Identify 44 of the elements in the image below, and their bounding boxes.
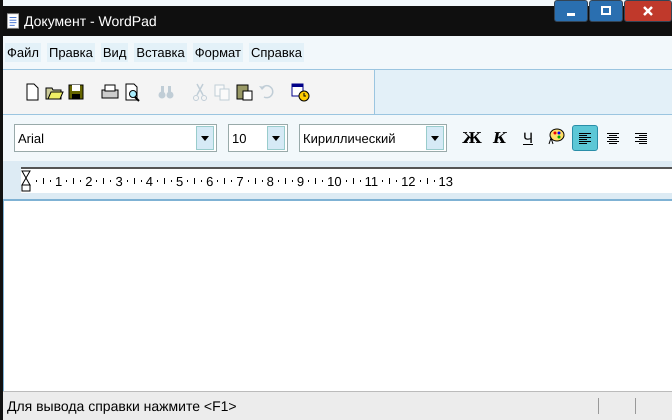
ruler-number: 13 xyxy=(438,174,454,188)
font-dropdown[interactable]: Arial xyxy=(14,124,217,152)
bold-button[interactable]: Ж xyxy=(458,125,486,151)
align-right-icon xyxy=(634,131,648,145)
close-icon xyxy=(642,5,654,17)
ruler-number: 2 xyxy=(84,174,94,188)
ruler-number: 8 xyxy=(266,174,275,188)
maximize-icon xyxy=(600,5,612,17)
size-dropdown[interactable]: 10 xyxy=(228,124,288,152)
italic-button[interactable]: К xyxy=(486,125,514,151)
ruler-number: 6 xyxy=(205,174,214,188)
ruler-number: 5 xyxy=(174,174,184,188)
ruler-number: 11 xyxy=(364,174,380,188)
ruler-number: 4 xyxy=(144,174,154,188)
script-dropdown[interactable]: Кириллический xyxy=(299,124,447,152)
datetime-button[interactable] xyxy=(289,81,311,103)
menu-item[interactable]: Справка xyxy=(248,43,304,62)
ruler-number: 12 xyxy=(400,174,417,188)
maximize-button[interactable] xyxy=(589,0,623,22)
window-title: Документ - WordPad xyxy=(24,13,157,29)
align-left-button[interactable] xyxy=(572,125,598,151)
ruler-number: 10 xyxy=(326,174,343,188)
menu-item[interactable]: Правка xyxy=(46,43,95,62)
caret-icon xyxy=(201,136,209,140)
menu-item[interactable]: Вид xyxy=(100,43,128,62)
ruler-number: 7 xyxy=(235,174,245,188)
caret-icon xyxy=(431,136,439,140)
close-button[interactable] xyxy=(624,0,672,22)
ruler-number: 3 xyxy=(114,174,124,188)
palette-icon xyxy=(547,127,565,145)
ruler-number: 1 xyxy=(54,174,64,188)
underline-button[interactable]: Ч xyxy=(514,125,542,151)
document-icon xyxy=(7,13,19,29)
ruler-number: 9 xyxy=(296,174,306,188)
status-text: Для вывода справки нажмите <F1> xyxy=(7,398,238,414)
minimize-icon xyxy=(567,12,575,16)
caret-icon xyxy=(272,136,280,140)
align-center-icon xyxy=(606,131,620,145)
indent-marker-icon[interactable] xyxy=(21,170,31,192)
minimize-button[interactable] xyxy=(554,0,588,22)
align-left-icon xyxy=(578,131,592,145)
menu-item[interactable]: Файл xyxy=(5,43,41,62)
menu-item[interactable]: Формат xyxy=(192,43,243,62)
menu-item[interactable]: Вставка xyxy=(134,43,187,62)
